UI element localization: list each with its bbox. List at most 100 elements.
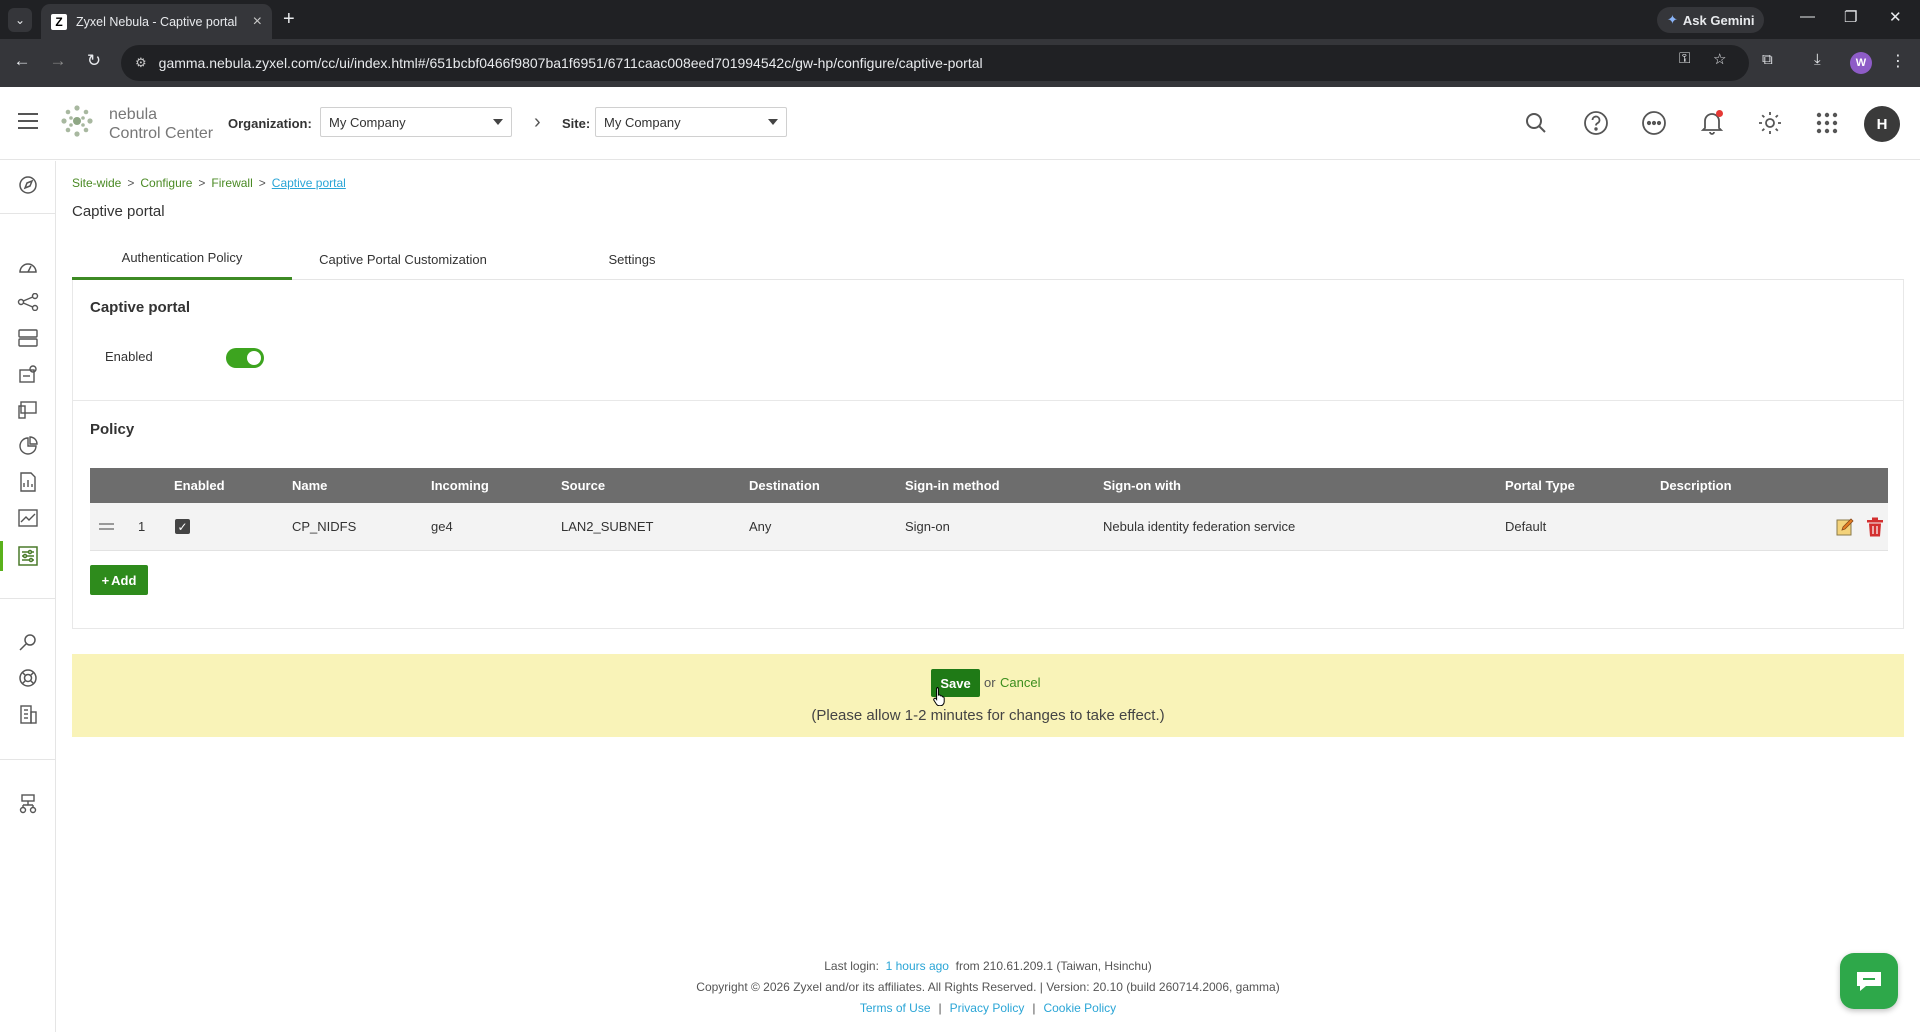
tab-search-chevron-icon[interactable]: ⌄	[8, 8, 32, 32]
row-enabled-checkbox[interactable]: ✓	[175, 503, 190, 550]
help-icon[interactable]	[1582, 109, 1610, 137]
captive-portal-enabled-label: Enabled	[105, 349, 153, 364]
changes-effect-note: (Please allow 1-2 minutes for changes to…	[811, 707, 1165, 724]
dashboard-compass-icon[interactable]	[16, 174, 40, 196]
password-key-icon[interactable]: ⚿	[1679, 50, 1690, 67]
row-source: LAN2_SUBNET	[561, 519, 654, 534]
statistics-chart-icon[interactable]	[16, 507, 40, 529]
delete-trash-icon[interactable]	[1866, 503, 1884, 550]
security-appliance-icon[interactable]	[16, 363, 40, 385]
terms-of-use-link[interactable]: Terms of Use	[860, 1001, 931, 1015]
devices-list-icon[interactable]	[16, 327, 40, 349]
topology-icon[interactable]	[16, 291, 40, 313]
browser-tab[interactable]: Z Zyxel Nebula - Captive portal ×	[41, 4, 272, 39]
column-header-name: Name	[292, 478, 328, 493]
row-destination: Any	[749, 519, 772, 534]
restore-window-icon[interactable]: ❐	[1844, 8, 1857, 26]
column-header-portal-type: Portal Type	[1505, 478, 1575, 493]
configure-sliders-icon[interactable]	[16, 545, 40, 567]
notifications-bell-icon[interactable]	[1698, 109, 1726, 137]
forward-arrow-icon[interactable]: →	[46, 51, 70, 71]
page-title: Captive portal	[72, 203, 165, 220]
zyxel-favicon-icon: Z	[51, 13, 67, 30]
close-window-icon[interactable]: ✕	[1889, 8, 1902, 26]
bookmark-star-icon[interactable]: ☆	[1713, 50, 1726, 68]
breadcrumb-site-wide[interactable]: Site-wide	[72, 176, 121, 190]
toggle-knob	[247, 351, 261, 365]
address-bar-url[interactable]: gamma.nebula.zyxel.com/cc/ui/index.html#…	[159, 55, 983, 71]
row-portal-type: Default	[1505, 519, 1547, 534]
ask-gemini-button[interactable]: ✦ Ask Gemini	[1657, 7, 1765, 33]
breadcrumb-configure[interactable]: Configure	[140, 176, 192, 190]
monitor-gauge-icon[interactable]	[16, 255, 40, 277]
troubleshoot-search-icon[interactable]	[16, 631, 40, 653]
row-index: 1	[138, 519, 146, 534]
page-footer: Last login: 1 hours ago from 210.61.209.…	[56, 956, 1920, 1019]
site-value: My Company	[604, 114, 681, 130]
search-icon[interactable]	[1522, 109, 1550, 137]
site-label: Site:	[562, 116, 591, 131]
row-name: CP_NIDFS	[292, 519, 357, 534]
browser-tab-title: Zyxel Nebula - Captive portal	[76, 14, 238, 29]
tab-captive-portal-customization[interactable]: Captive Portal Customization	[298, 238, 508, 280]
apps-grid-icon[interactable]	[1813, 109, 1841, 137]
row-incoming: ge4	[431, 519, 453, 534]
analytics-pie-icon[interactable]	[16, 435, 40, 457]
browser-menu-kebab-icon[interactable]: ⋮	[1890, 51, 1906, 71]
nebula-logo-icon	[61, 105, 93, 137]
more-options-icon[interactable]	[1640, 109, 1668, 137]
reports-document-icon[interactable]	[16, 471, 40, 493]
rail-active-indicator	[0, 541, 3, 571]
edit-pencil-icon[interactable]	[1836, 503, 1855, 550]
breadcrumb: Site-wide > Configure > Firewall > Captive por…	[72, 176, 346, 190]
drag-handle-icon[interactable]	[99, 503, 114, 550]
policy-table: Enabled Name Incoming Source Destination…	[90, 468, 1888, 551]
cancel-link[interactable]: Cancel	[1000, 675, 1040, 690]
downloads-icon[interactable]: ⤓	[1814, 51, 1821, 68]
last-login-from: from 210.61.209.1 (Taiwan, Hsinchu)	[955, 959, 1152, 973]
last-login-ago-link[interactable]: 1 hours ago	[886, 959, 949, 973]
gemini-sparkle-icon: ✦	[1667, 12, 1678, 27]
back-arrow-icon[interactable]: ←	[10, 51, 34, 71]
browser-profile-avatar[interactable]: W	[1850, 52, 1872, 74]
site-info-icon[interactable]: ⚙	[135, 55, 147, 71]
save-bar: Save or Cancel (Please allow 1-2 minutes…	[72, 654, 1904, 737]
footer-divider: |	[1032, 1001, 1036, 1015]
hamburger-menu-icon[interactable]	[18, 113, 38, 129]
add-policy-button[interactable]: + Add	[90, 565, 148, 595]
settings-gear-icon[interactable]	[1756, 109, 1784, 137]
organization-building-icon[interactable]	[16, 703, 40, 725]
browser-tabbar: ⌄ Z Zyxel Nebula - Captive portal × + ✦ …	[0, 0, 1920, 39]
breadcrumb-current[interactable]: Captive portal	[272, 176, 346, 190]
address-bar[interactable]: ⚙ gamma.nebula.zyxel.com/cc/ui/index.htm…	[121, 45, 1749, 81]
breadcrumb-firewall[interactable]: Firewall	[211, 176, 252, 190]
minimize-window-icon[interactable]: —	[1800, 8, 1815, 25]
clients-monitor-icon[interactable]	[16, 399, 40, 421]
new-tab-plus-icon[interactable]: +	[283, 8, 295, 30]
footer-links: Terms of Use | Privacy Policy | Cookie Polic…	[56, 998, 1920, 1019]
user-avatar[interactable]: H	[1864, 106, 1900, 142]
row-sign-in-method: Sign-on	[905, 519, 950, 534]
support-lifebuoy-icon[interactable]	[16, 667, 40, 689]
breadcrumb-separator: >	[127, 176, 135, 190]
breadcrumb-separator: >	[198, 176, 206, 190]
ask-gemini-label: Ask Gemini	[1682, 12, 1755, 28]
site-select[interactable]: My Company	[595, 107, 787, 137]
workflow-icon[interactable]	[16, 793, 40, 815]
browser-toolbar: ← → ↻ ⚙ gamma.nebula.zyxel.com/cc/ui/ind…	[0, 39, 1920, 87]
chevron-right-icon: ›	[534, 111, 541, 133]
extensions-puzzle-icon[interactable]: ⧉	[1762, 51, 1773, 68]
reload-icon[interactable]: ↻	[82, 51, 106, 71]
captive-portal-enabled-toggle[interactable]	[226, 348, 264, 368]
chat-support-button[interactable]	[1840, 953, 1898, 1009]
organization-select[interactable]: My Company	[320, 107, 512, 137]
tab-close-icon[interactable]: ×	[253, 13, 262, 31]
tab-authentication-policy[interactable]: Authentication Policy	[72, 238, 292, 280]
checkmark-icon: ✓	[175, 519, 190, 534]
tab-settings[interactable]: Settings	[582, 238, 682, 280]
page-tabs: Authentication Policy Captive Portal Cus…	[72, 238, 1904, 280]
save-or-text: or	[984, 675, 996, 690]
organization-label: Organization:	[228, 116, 312, 131]
privacy-policy-link[interactable]: Privacy Policy	[950, 1001, 1025, 1015]
cookie-policy-link[interactable]: Cookie Policy	[1043, 1001, 1116, 1015]
